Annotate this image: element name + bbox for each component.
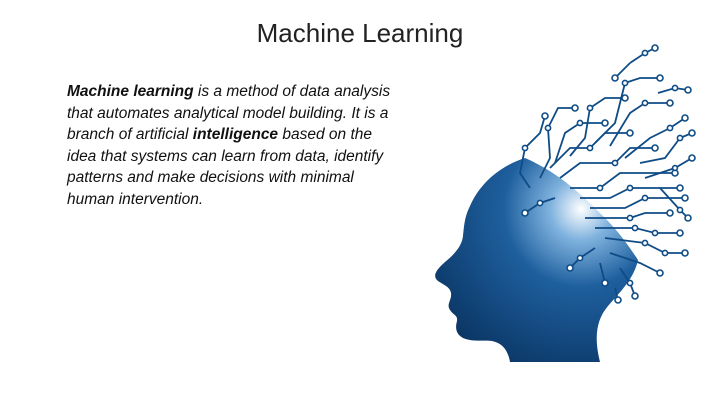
paragraph-line-6: human intervention. — [67, 190, 204, 208]
slide-paragraph: Machine learning is a method of data ana… — [67, 81, 427, 210]
paragraph-line-1: Machine learning is a method of data ana… — [67, 83, 391, 100]
paragraph-line-3: branch of artificial intelligence based … — [67, 126, 373, 143]
head-silhouette — [435, 158, 638, 362]
slide: Machine Learning Machine learning is a m… — [0, 0, 720, 405]
term-intelligence: intelligence — [192, 126, 279, 143]
ai-head-circuit-icon — [430, 38, 720, 363]
paragraph-line-2: that automates analytical model building… — [67, 104, 389, 122]
term-machine-learning: Machine learning — [67, 83, 194, 100]
paragraph-line-4: idea that systems can learn from data, i… — [67, 147, 384, 165]
paragraph-line-5: patterns and make decisions with minimal — [67, 169, 354, 186]
